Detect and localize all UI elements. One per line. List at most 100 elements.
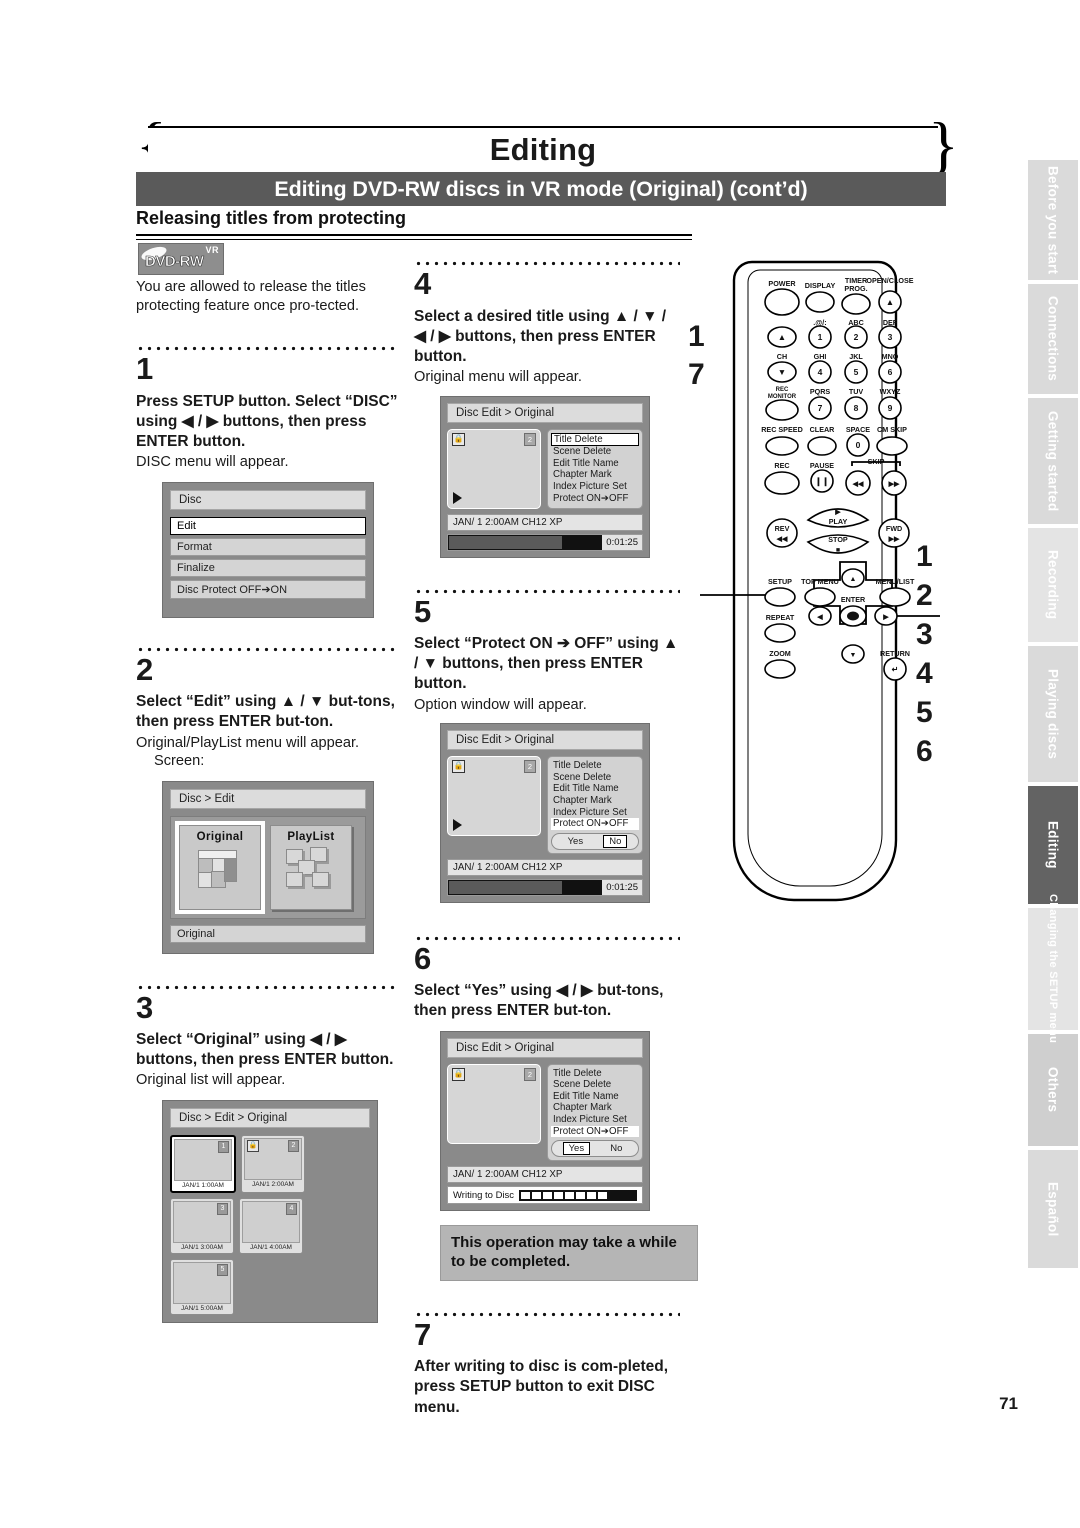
- osd-card-playlist[interactable]: PlayList: [270, 824, 352, 910]
- osd-card-original[interactable]: Original: [175, 820, 265, 914]
- sidebar-tab-label: Español: [1045, 1181, 1061, 1237]
- sidebar-tab-editing[interactable]: Editing: [1028, 786, 1078, 904]
- thumbnail-item[interactable]: 🔒 2 JAN/1 2:00AM: [241, 1135, 305, 1193]
- osd-title-edit-breadcrumb: Disc Edit > Original: [447, 402, 643, 423]
- step-6-instruction: Select “Yes” using ◀ / ▶ but-tons, then …: [414, 982, 664, 1020]
- svg-text:8: 8: [854, 403, 859, 413]
- osd-card-playlist-label: PlayList: [287, 830, 335, 843]
- svg-text:◀◀: ◀◀: [852, 481, 864, 488]
- thumbnail-number: 1: [218, 1141, 229, 1153]
- sidebar-tab-getting-started[interactable]: Getting started: [1028, 398, 1078, 524]
- osd-title-edit-step6: Disc Edit > Original 🔒 2 Title Delete Sc…: [440, 1030, 650, 1212]
- svg-text:PLAY: PLAY: [829, 517, 848, 526]
- menu-item-edit-title-name[interactable]: Edit Title Name: [551, 1091, 639, 1103]
- osd-preview-number: 2: [524, 1067, 536, 1081]
- osd-edit-card-area: Original PlayList: [170, 815, 366, 919]
- svg-text:▲: ▲: [850, 576, 857, 583]
- osd-progress-fill: [449, 535, 562, 549]
- sidebar-tab-connections[interactable]: Connections: [1028, 284, 1078, 394]
- step-3-note: Original list will appear.: [136, 1072, 286, 1089]
- step-3-instruction: Select “Original” using ◀ / ▶ buttons, t…: [136, 1031, 394, 1069]
- thumbnail-caption: JAN/1 1:00AM: [182, 1182, 224, 1189]
- svg-text:REV: REV: [775, 524, 790, 533]
- svg-text:▲: ▲: [886, 297, 894, 307]
- dvd-rw-vr-logo-icon: VR DVD-RW: [138, 243, 224, 275]
- menu-item-scene-delete[interactable]: Scene Delete: [551, 772, 639, 784]
- sidebar-tab-label: Connections: [1045, 296, 1061, 382]
- playlist-cubes-icon: [286, 846, 336, 889]
- thumbnail-item[interactable]: 5 JAN/1 5:00AM: [170, 1259, 234, 1315]
- step-number-3: 3: [136, 989, 154, 1025]
- step-number-1: 1: [136, 351, 154, 387]
- sidebar-tab-recording[interactable]: Recording: [1028, 528, 1078, 642]
- svg-text:PAUSE: PAUSE: [810, 461, 834, 470]
- sidebar-tab-label: Getting started: [1045, 410, 1061, 512]
- confirm-no-button[interactable]: No: [605, 1143, 627, 1154]
- step-divider: [136, 641, 398, 652]
- menu-item-chapter-mark[interactable]: Chapter Mark: [551, 469, 639, 481]
- logo-mode-label: VR: [205, 245, 219, 255]
- menu-item-chapter-mark[interactable]: Chapter Mark: [551, 795, 639, 807]
- osd-disc-item-disc-protect[interactable]: Disc Protect OFF➔ON: [170, 579, 366, 599]
- menu-item-index-picture-set[interactable]: Index Picture Set: [551, 807, 639, 819]
- menu-item-protect-on-off[interactable]: Protect ON➔OFF: [551, 493, 639, 505]
- osd-disc-item-format[interactable]: Format: [170, 537, 366, 556]
- osd-disc-item-edit[interactable]: Edit: [170, 516, 366, 535]
- thumbnail-item[interactable]: 1 JAN/1 1:00AM: [170, 1135, 236, 1193]
- sidebar-tab-changing-setup-menu[interactable]: Changing the SETUP menu: [1028, 894, 1078, 1044]
- sidebar-tab-label: Before you start: [1045, 165, 1061, 275]
- menu-item-scene-delete[interactable]: Scene Delete: [551, 446, 639, 458]
- svg-text:MONITOR: MONITOR: [768, 394, 797, 400]
- svg-text:▼: ▼: [778, 367, 786, 377]
- menu-item-index-picture-set[interactable]: Index Picture Set: [551, 1114, 639, 1126]
- confirm-yes-button[interactable]: Yes: [563, 836, 589, 847]
- thumbnail-item[interactable]: 4 JAN/1 4:00AM: [239, 1198, 303, 1254]
- menu-item-edit-title-name[interactable]: Edit Title Name: [551, 783, 639, 795]
- thumbnail-image: 4: [242, 1201, 300, 1243]
- thumbnail-item[interactable]: 3 JAN/1 3:00AM: [170, 1198, 234, 1254]
- osd-title-edit-menu: Title Delete Scene Delete Edit Title Nam…: [547, 428, 643, 509]
- svg-text:ENTER: ENTER: [841, 595, 866, 604]
- menu-item-protect-on-off[interactable]: Protect ON➔OFF: [551, 818, 639, 830]
- osd-preview-number: 2: [524, 432, 536, 446]
- menu-item-protect-on-off[interactable]: Protect ON➔OFF: [551, 1125, 639, 1138]
- step-number-7: 7: [414, 1316, 432, 1352]
- osd-disc-item-finalize[interactable]: Finalize: [170, 558, 366, 577]
- sidebar-tab-others[interactable]: Others: [1028, 1034, 1078, 1146]
- sidebar-tab-espanol[interactable]: Español: [1028, 1150, 1078, 1268]
- play-icon: [453, 491, 462, 504]
- osd-writing-status: Writing to Disc: [447, 1186, 643, 1205]
- osd-edit-status: Original: [170, 924, 366, 943]
- osd-title-edit-body: 🔒 2 Title Delete Scene Delete Edit Title…: [447, 1063, 643, 1162]
- menu-item-edit-title-name[interactable]: Edit Title Name: [551, 458, 639, 470]
- osd-preview: 🔒 2: [447, 428, 541, 509]
- menu-item-title-delete[interactable]: Title Delete: [551, 760, 639, 772]
- step-7-instruction: After writing to disc is com-pleted, pre…: [414, 1358, 669, 1416]
- menu-item-chapter-mark[interactable]: Chapter Mark: [551, 1102, 639, 1114]
- step-number-5: 5: [414, 593, 432, 629]
- svg-text:◀: ◀: [816, 614, 823, 621]
- menu-item-index-picture-set[interactable]: Index Picture Set: [551, 481, 639, 493]
- step-number-4: 4: [414, 266, 432, 301]
- confirm-yes-button[interactable]: Yes: [562, 1142, 591, 1156]
- osd-writing-label: Writing to Disc: [453, 1189, 515, 1201]
- thumbnail-caption: JAN/1 3:00AM: [181, 1244, 223, 1251]
- thumbnail-number: 5: [217, 1264, 228, 1276]
- menu-item-scene-delete[interactable]: Scene Delete: [551, 1079, 639, 1091]
- osd-progress-fill: [449, 880, 562, 894]
- menu-item-title-delete[interactable]: Title Delete: [551, 1068, 639, 1080]
- osd-confirm-option: Yes No: [551, 1140, 639, 1158]
- lock-icon: 🔒: [247, 1140, 259, 1152]
- step-1-instruction: Press SETUP button. Select “DISC” using …: [136, 392, 398, 450]
- step-divider: [414, 930, 680, 941]
- osd-progress-bar: 0:01:25: [447, 878, 643, 896]
- remote-control-diagram: .rb{fill:#fff;stroke:#000;stroke-width:1…: [688, 252, 940, 1082]
- svg-text:0: 0: [856, 440, 861, 450]
- svg-text:TOP MENU: TOP MENU: [801, 577, 839, 586]
- sidebar-tab-playing-discs[interactable]: Playing discs: [1028, 646, 1078, 782]
- svg-text:▶▶: ▶▶: [888, 536, 900, 543]
- sidebar-tab-before-you-start[interactable]: Before you start: [1028, 160, 1078, 280]
- menu-item-title-delete[interactable]: Title Delete: [551, 432, 639, 447]
- confirm-no-button[interactable]: No: [603, 834, 628, 848]
- osd-edit-menu: Disc > Edit Original PlayList Original: [162, 780, 374, 954]
